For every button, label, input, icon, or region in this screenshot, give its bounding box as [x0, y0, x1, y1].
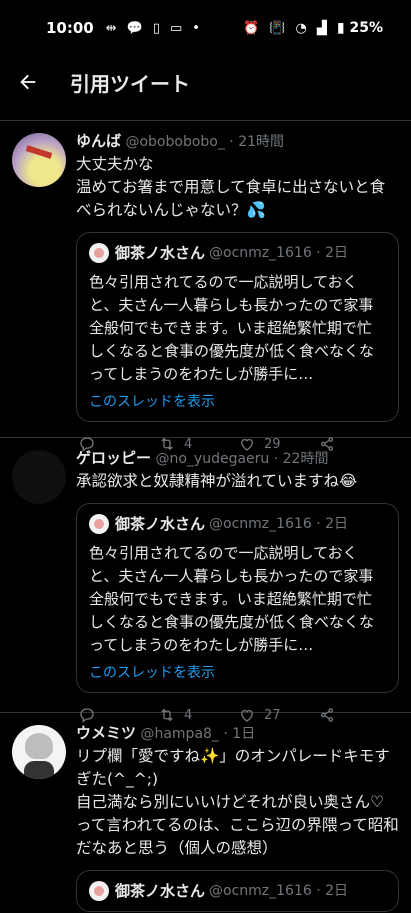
tweet-text: 大丈夫かな 温めてお箸まで用意して食卓に出さないと食べられないんじゃない？💦: [76, 155, 386, 219]
top-app-bar: 引用ツイート: [0, 56, 411, 108]
quoted-author-handle: @ocnmz_1616 · 2日: [209, 883, 349, 899]
tweet[interactable]: ゆんば @obobobobo_ · 21時間 大丈夫かな 温めてお箸まで用意して…: [0, 121, 411, 452]
status-bar: 10:00 ⇹ 💬 ▯ ▭ • ⏰ 📳 ◔ ▟ ▮ 25%: [0, 0, 411, 56]
quoted-avatar: [89, 243, 109, 263]
tweet[interactable]: ウメミツ @hampa8_ · 1日 リプ欄「愛ですね✨」のオンパレードキモすぎ…: [0, 713, 411, 913]
quoted-author-name: 御茶ノ水さん: [115, 882, 206, 900]
alarm-icon: ⏰: [243, 20, 260, 36]
back-arrow-icon[interactable]: [0, 56, 56, 108]
tweet-text: リプ欄「愛ですね✨」のオンパレードキモすぎた(^_^;) 自己満なら別にいいけど…: [76, 747, 399, 857]
quoted-avatar: [89, 881, 109, 901]
author-handle: @no_yudegaeru · 22時間: [155, 451, 329, 467]
calendar-icon: ▭: [170, 20, 183, 36]
author-handle: @hampa8_ · 1日: [140, 726, 256, 742]
phone-icon: ▯: [152, 20, 160, 36]
show-thread-link[interactable]: このスレッドを表示: [89, 391, 386, 411]
quote-tweet-feed: ゆんば @obobobobo_ · 21時間 大丈夫かな 温めてお箸まで用意して…: [0, 120, 411, 913]
author-name: ウメミツ: [76, 724, 137, 742]
battery-level: 25%: [349, 20, 383, 36]
quoted-author-handle: @ocnmz_1616 · 2日: [209, 245, 349, 261]
quoted-tweet[interactable]: 御茶ノ水さん @ocnmz_1616 · 2日 色々引用されてるので一応説明して…: [76, 503, 399, 693]
show-thread-link[interactable]: このスレッドを表示: [89, 662, 386, 682]
status-time: 10:00: [46, 19, 94, 37]
quoted-tweet[interactable]: 御茶ノ水さん @ocnmz_1616 · 2日 色々引用されてるので一応説明して…: [76, 232, 399, 422]
quoted-author-name: 御茶ノ水さん: [115, 515, 206, 533]
avatar[interactable]: [12, 133, 66, 187]
dot-icon: •: [192, 20, 200, 36]
author-name: ゲロッピー: [76, 449, 152, 467]
quoted-tweet[interactable]: 御茶ノ水さん @ocnmz_1616 · 2日: [76, 870, 399, 912]
quoted-text: 色々引用されてるので一応説明しておくと、夫さん一人暮らしも長かったので家事全般何…: [89, 544, 375, 654]
vibrate-icon: 📳: [269, 20, 286, 36]
wifi-icon: ◔: [295, 20, 307, 36]
signal-icon: ▟: [316, 20, 327, 36]
quoted-text: 色々引用されてるので一応説明しておくと、夫さん一人暮らしも長かったので家事全般何…: [89, 273, 375, 383]
chat-icon: 💬: [126, 20, 143, 36]
tweet-text: 承認欲求と奴隷精神が溢れていますね😂: [76, 472, 358, 490]
quoted-author-handle: @ocnmz_1616 · 2日: [209, 516, 349, 532]
dots-icon: ⇹: [105, 20, 117, 36]
quoted-avatar: [89, 514, 109, 534]
tweet[interactable]: ゲロッピー @no_yudegaeru · 22時間 承認欲求と奴隷精神が溢れて…: [0, 438, 411, 723]
page-title: 引用ツイート: [70, 71, 190, 96]
quoted-author-name: 御茶ノ水さん: [115, 244, 206, 262]
author-name: ゆんば: [76, 132, 122, 150]
author-handle: @obobobobo_ · 21時間: [125, 134, 285, 150]
battery-icon: ▮: [336, 20, 345, 36]
avatar[interactable]: [12, 725, 66, 779]
avatar[interactable]: [12, 450, 66, 504]
